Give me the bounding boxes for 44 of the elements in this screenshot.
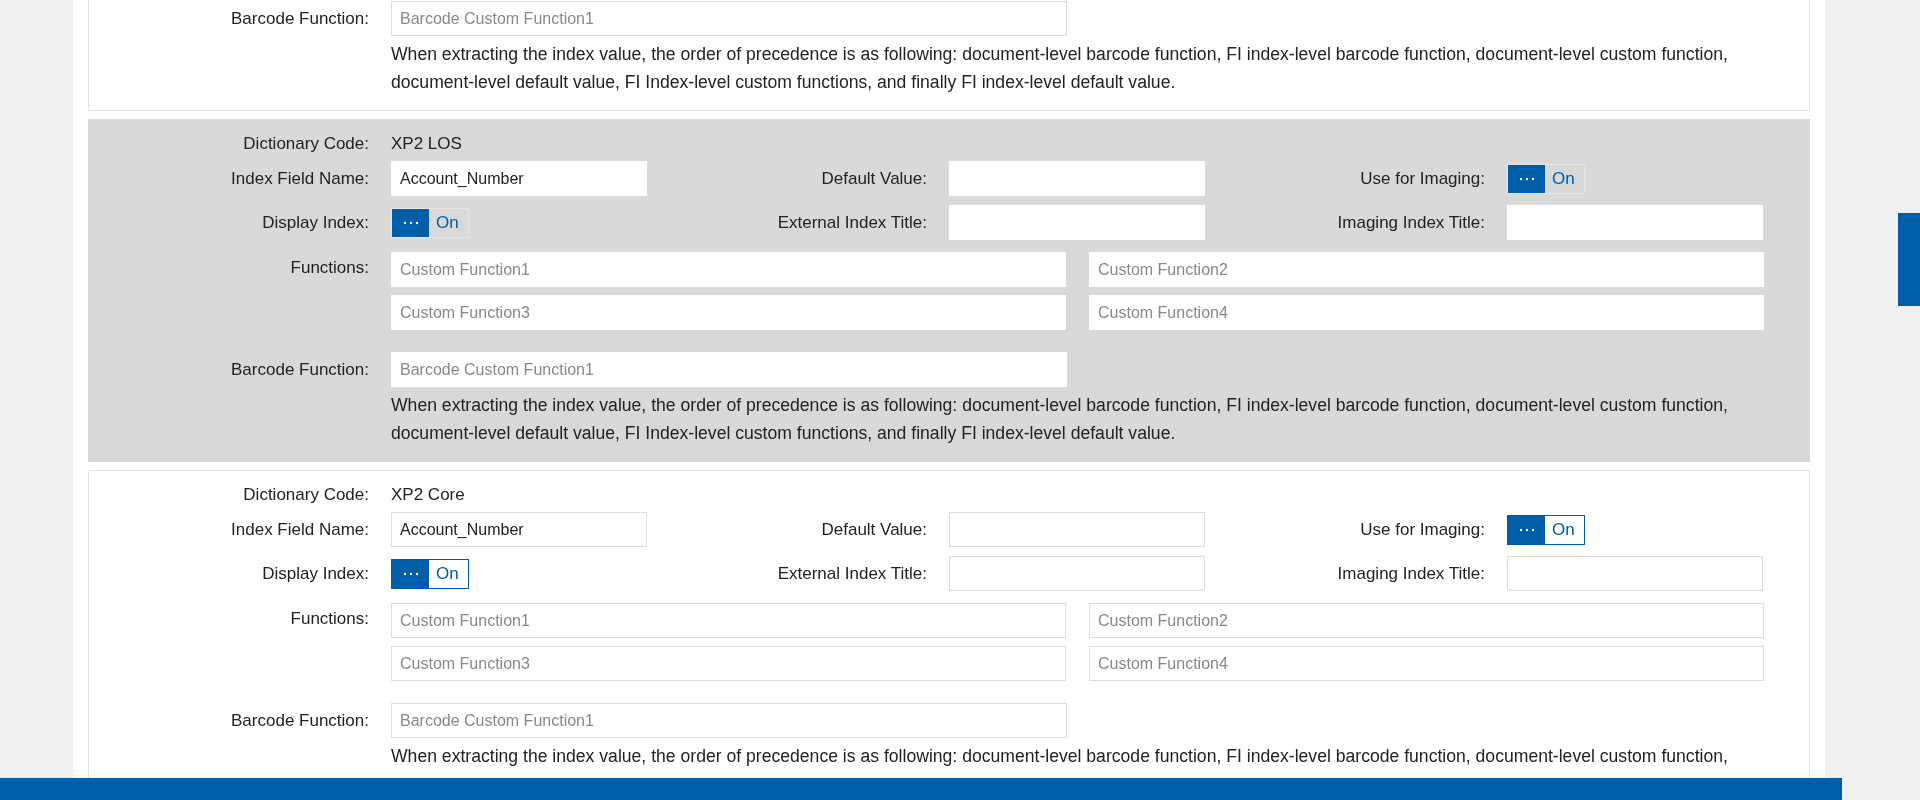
field-label: Use for Imaging: xyxy=(1359,519,1486,540)
field-label: Dictionary Code: xyxy=(242,134,370,154)
dictionary-code-value: XP2 LOS xyxy=(391,134,462,154)
field-label: Dictionary Code: xyxy=(242,485,370,505)
field-label: Default Value: xyxy=(820,519,928,540)
field-label: Display Index: xyxy=(261,563,370,584)
toggle-switch[interactable]: On xyxy=(391,207,469,238)
description-text: When extracting the index value, the order of precedence is as following: document-level barcode function, FI index-level barcode function, document-level custom function, xyxy=(391,745,1729,768)
field-label: Index Field Name: xyxy=(230,168,370,189)
input-field[interactable]: Custom Function2 xyxy=(1089,603,1764,638)
input-field[interactable]: Account_Number xyxy=(391,512,647,547)
side-tab[interactable] xyxy=(1898,213,1920,306)
field-label: Barcode Function: xyxy=(230,710,370,732)
input-field[interactable] xyxy=(949,512,1205,547)
field-label: Use for Imaging: xyxy=(1359,168,1486,189)
input-field[interactable]: Barcode Custom Function1 xyxy=(391,1,1067,36)
input-field[interactable]: Custom Function1 xyxy=(391,603,1066,638)
field-label: Imaging Index Title: xyxy=(1336,212,1486,233)
toggle-switch[interactable]: On xyxy=(1507,163,1585,194)
dots-icon xyxy=(1518,527,1535,532)
field-label: External Index Title: xyxy=(776,212,928,233)
input-field[interactable] xyxy=(1507,556,1763,591)
input-field[interactable]: Custom Function3 xyxy=(391,646,1066,681)
input-field[interactable]: Custom Function4 xyxy=(1089,646,1764,681)
field-label: Barcode Function: xyxy=(230,359,370,381)
dots-icon xyxy=(402,571,419,576)
dots-icon xyxy=(1518,176,1535,181)
field-label: Functions: xyxy=(289,257,370,279)
field-label: Imaging Index Title: xyxy=(1336,563,1486,584)
field-label: Barcode Function: xyxy=(230,8,370,30)
field-label: Functions: xyxy=(289,608,370,630)
toggle-switch[interactable]: On xyxy=(1507,514,1585,545)
input-field[interactable] xyxy=(949,556,1205,591)
field-label: Default Value: xyxy=(820,168,928,189)
field-label: External Index Title: xyxy=(776,563,928,584)
dots-icon xyxy=(402,220,419,225)
toggle-switch[interactable]: On xyxy=(391,558,469,589)
field-label: Index Field Name: xyxy=(230,519,370,540)
field-label: Display Index: xyxy=(261,212,370,233)
input-field[interactable]: Account_Number xyxy=(391,161,647,196)
description-text: When extracting the index value, the order of precedence is as following: document-level barcode function, FI index-level barcode function, document-level custom function, document-level default value, FI Index-level custom functions, and finally FI index-level default value. xyxy=(391,394,1729,445)
input-field[interactable]: Barcode Custom Function1 xyxy=(391,703,1067,738)
dictionary-code-value: XP2 Core xyxy=(391,485,465,505)
description-text: When extracting the index value, the order of precedence is as following: document-level barcode function, FI index-level barcode function, document-level custom function, document-level default value, FI Index-level custom functions, and finally FI index-level default value. xyxy=(391,43,1729,94)
